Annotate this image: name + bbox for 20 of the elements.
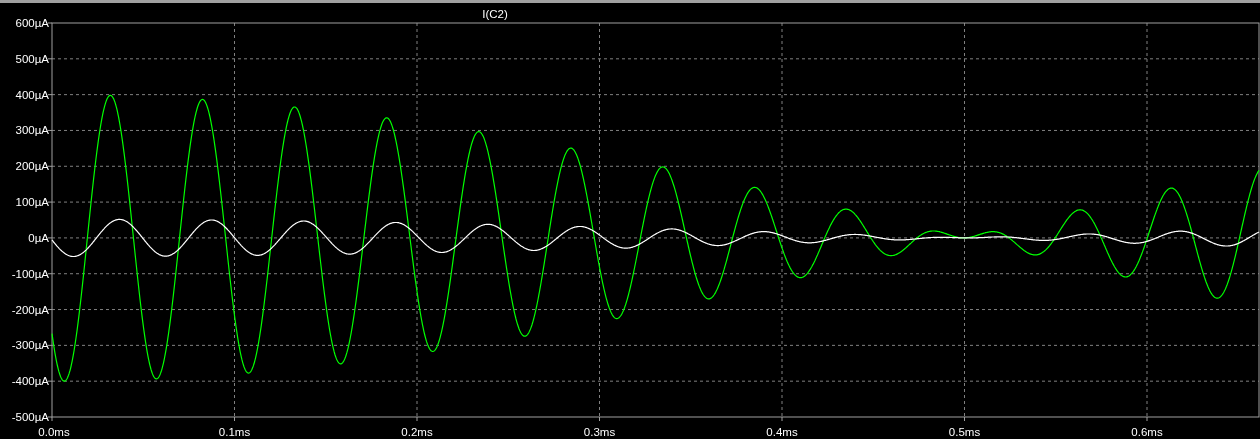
- x-axis-label: 0.3ms: [583, 426, 616, 438]
- x-axis-label: 0.2ms: [401, 426, 433, 438]
- y-axis-label: 400µA: [15, 88, 49, 101]
- y-axis-label: -300µA: [11, 339, 49, 352]
- y-axis-label: -100µA: [11, 267, 49, 280]
- x-axis-label: 0.6ms: [1131, 426, 1163, 438]
- y-axis-label: 0µA: [28, 231, 49, 244]
- y-axis-label: 500µA: [15, 52, 49, 65]
- x-axis-label: 0.4ms: [766, 426, 798, 438]
- y-axis-label: -400µA: [11, 375, 49, 388]
- x-axis-label: 0.5ms: [948, 426, 981, 438]
- y-axis-label: 300µA: [15, 124, 49, 137]
- y-axis-label: 100µA: [15, 196, 49, 209]
- y-axis-label: -500µA: [11, 411, 49, 423]
- y-axis-label: -200µA: [11, 303, 49, 316]
- y-axis-label: 200µA: [15, 160, 49, 173]
- plot-title: I(C2): [482, 8, 508, 20]
- x-axis-label: 0.0ms: [38, 426, 70, 438]
- y-axis-label: 600µA: [15, 17, 49, 29]
- x-axis-label: 0.1ms: [218, 426, 251, 438]
